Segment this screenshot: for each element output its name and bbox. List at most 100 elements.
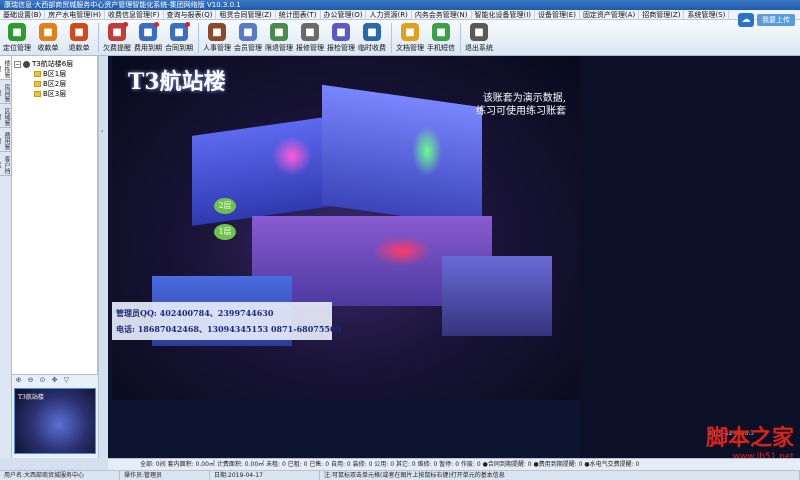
side-tab[interactable]: 费用管理 <box>0 128 11 152</box>
watermark-title: 脚本之家 <box>705 425 794 451</box>
toolbar-button[interactable]: ■ 手机短信 <box>426 20 456 54</box>
house-icon: ■ <box>363 23 381 41</box>
toolbar-button-label: 报修管理 <box>296 44 324 52</box>
floor-folder-icon <box>34 81 41 87</box>
toolbar-button-label: 手机短信 <box>427 44 455 52</box>
light-glow <box>372 236 432 266</box>
exit-icon: ■ <box>470 23 488 41</box>
tree-node-label: B区1层 <box>43 70 67 78</box>
return-icon: ■ <box>270 23 288 41</box>
side-tabs: 楼栋管理房间管理区域管理费用管理客户档案 <box>0 56 12 458</box>
toolbar-button-label: 文档管理 <box>396 44 424 52</box>
menu-item[interactable]: 统计图表(T) <box>276 10 321 19</box>
zoom-out-icon[interactable]: ⊖ <box>26 376 35 385</box>
bottom-status-field: 操作员:管理员 <box>120 471 210 480</box>
side-tab[interactable]: 楼栋管理 <box>0 56 11 80</box>
cloud-icon: ☁ <box>738 13 754 27</box>
pan-icon[interactable]: ✥ <box>50 376 59 385</box>
toolbar-button[interactable]: ■ 报检管理 <box>326 20 356 54</box>
contact-phone: 电话: 18687042468、13094345153 0871-6807550… <box>116 324 342 334</box>
menu-item[interactable]: 内务会务管理(N) <box>412 10 472 19</box>
fit-icon[interactable]: ⊙ <box>38 376 47 385</box>
refund-yen-icon: ■ <box>70 23 88 41</box>
floor-1-marker[interactable]: 1层 <box>214 224 236 240</box>
building-overview-image[interactable]: T3航站楼 该账套为演示数据, 练习可使用练习账套 2层 1层 <box>112 56 580 400</box>
demo-note: 该账套为演示数据, 练习可使用练习账套 <box>476 92 566 118</box>
room-status-text: 全部: 0间 套内面积: 0.00㎡ 计费面积: 0.00㎡ 未租: 0 已租:… <box>140 461 640 468</box>
toolbar-button[interactable]: ■ 退款单 <box>64 20 94 54</box>
toolbar-button-label: 退出系统 <box>465 44 493 52</box>
menu-item[interactable]: 设备管理(E) <box>535 10 580 19</box>
alert-badge <box>185 22 190 27</box>
toolbar-button-label: 临时收费 <box>358 44 386 52</box>
toolbar-button[interactable]: ■ 收款单 <box>33 20 63 54</box>
menu-item[interactable]: 租赁合同管理(Z) <box>216 10 276 19</box>
menu-item[interactable]: 房产水电管理(H) <box>45 10 105 19</box>
menu-item[interactable]: 人力资源(R) <box>366 10 412 19</box>
toolbar-button[interactable]: ■ 费用到期 <box>133 20 163 54</box>
menu-item[interactable]: 招商管理(Z) <box>639 10 685 19</box>
tree-node[interactable]: B区1层 <box>14 69 95 79</box>
hero-title: T3航站楼 <box>128 69 226 95</box>
bottom-status-field: 日期:2019-04-17 <box>210 471 320 480</box>
panel-splitter[interactable]: ‹ <box>98 56 108 458</box>
tree-node[interactable]: B区2层 <box>14 79 95 89</box>
bottom-status-field: 用户名:大西部商贸城服务中心 <box>0 471 120 480</box>
side-tab[interactable]: 区域管理 <box>0 104 11 128</box>
wrench-icon: ■ <box>301 23 319 41</box>
menu-item[interactable]: 系统管理(S) <box>684 10 730 19</box>
building-icon <box>23 60 30 68</box>
toolbar-button[interactable]: ■ 合同到期 <box>164 20 194 54</box>
tree-node-label: B区2层 <box>43 80 67 88</box>
watermark: 脚本之家 www.jb51.net <box>706 420 794 462</box>
menu-item[interactable]: 收费信息管理(F) <box>105 10 164 19</box>
tree-root-label: T3航站楼6层 <box>32 60 74 68</box>
toolbar-button[interactable]: ■ 报修管理 <box>295 20 325 54</box>
toolbar-button[interactable]: ■ 会员管理 <box>233 20 263 54</box>
zoom-in-icon[interactable]: ⊕ <box>14 376 23 385</box>
room-status-bar: 全部: 0间 套内面积: 0.00㎡ 计费面积: 0.00㎡ 未租: 0 已租:… <box>108 458 800 470</box>
building-tree: − T3航站楼6层 B区1层 B区2层 B区3层 <box>12 56 98 374</box>
tree-node[interactable]: B区3层 <box>14 89 95 99</box>
toolbar-button-label: 人事管理 <box>203 44 231 52</box>
thumbnail-title: T3航站楼 <box>18 394 44 401</box>
menu-item[interactable]: 固定资产管理(A) <box>580 10 640 19</box>
toolbar-button-label: 退款单 <box>68 44 90 52</box>
toolbar-separator <box>198 23 199 53</box>
toolbar-button[interactable]: ■ 限退管理 <box>264 20 294 54</box>
toolbar-button[interactable]: ■ 临时收费 <box>357 20 387 54</box>
menu-item[interactable]: 智能化设备管理(I) <box>472 10 536 19</box>
tree-node-label: B区3层 <box>43 90 67 98</box>
receipt-yen-icon: ■ <box>39 23 57 41</box>
toolbar-button[interactable]: ■ 定位管理 <box>2 20 32 54</box>
window-title: 康瑞信息·大西部商贸城服务中心资产管理智能化系统-集团网络版 V10.3.0.1 <box>4 1 241 9</box>
building-block <box>322 84 482 228</box>
floor-2-marker[interactable]: 2层 <box>214 198 236 214</box>
bottom-status-field: 注:可鼠标双击单元格(或者在图片上按鼠标右键)打开单元的基本信息 <box>320 471 800 480</box>
toolbar-button[interactable]: ■ 人事管理 <box>202 20 232 54</box>
alert-badge <box>154 22 159 27</box>
filter-icon[interactable]: ▽ <box>62 376 71 385</box>
thumbnail-image[interactable]: T3航站楼 <box>14 388 96 454</box>
demo-note-line1: 该账套为演示数据, <box>482 93 566 104</box>
toolbar-button-label: 欠费提醒 <box>103 44 131 52</box>
thumbnail-panel: T3航站楼 <box>12 386 98 458</box>
tree-root[interactable]: − T3航站楼6层 <box>14 59 95 69</box>
demo-note-line2: 练习可使用练习账套 <box>476 106 566 117</box>
toolbar-button-label: 报检管理 <box>327 44 355 52</box>
toolbar-button[interactable]: ■ 退出系统 <box>464 20 494 54</box>
thumbnail-tools: ⊕ ⊖ ⊙ ✥ ▽ <box>12 374 98 386</box>
side-tab[interactable]: 房间管理 <box>0 80 11 104</box>
toolbar-button[interactable]: ■ 文档管理 <box>395 20 425 54</box>
collapse-icon[interactable]: − <box>14 60 21 68</box>
contact-panel: 管理员QQ: 402400784、2399744630 电话: 18687042… <box>112 302 342 340</box>
upload-button[interactable]: 我要上传 <box>757 14 795 26</box>
collapse-arrow-icon[interactable]: ‹ <box>101 128 103 135</box>
menu-item[interactable]: 查询与报表(Q) <box>164 10 217 19</box>
cloud-upload[interactable]: ☁ 我要上传 <box>738 12 796 28</box>
toolbar-button[interactable]: ■ 欠费提醒 <box>102 20 132 54</box>
menu-item[interactable]: 办公管理(O) <box>321 10 367 19</box>
menu-item[interactable]: 基础设置(B) <box>0 10 46 19</box>
side-tab[interactable]: 客户档案 <box>0 152 11 176</box>
phone-icon: ■ <box>432 23 450 41</box>
